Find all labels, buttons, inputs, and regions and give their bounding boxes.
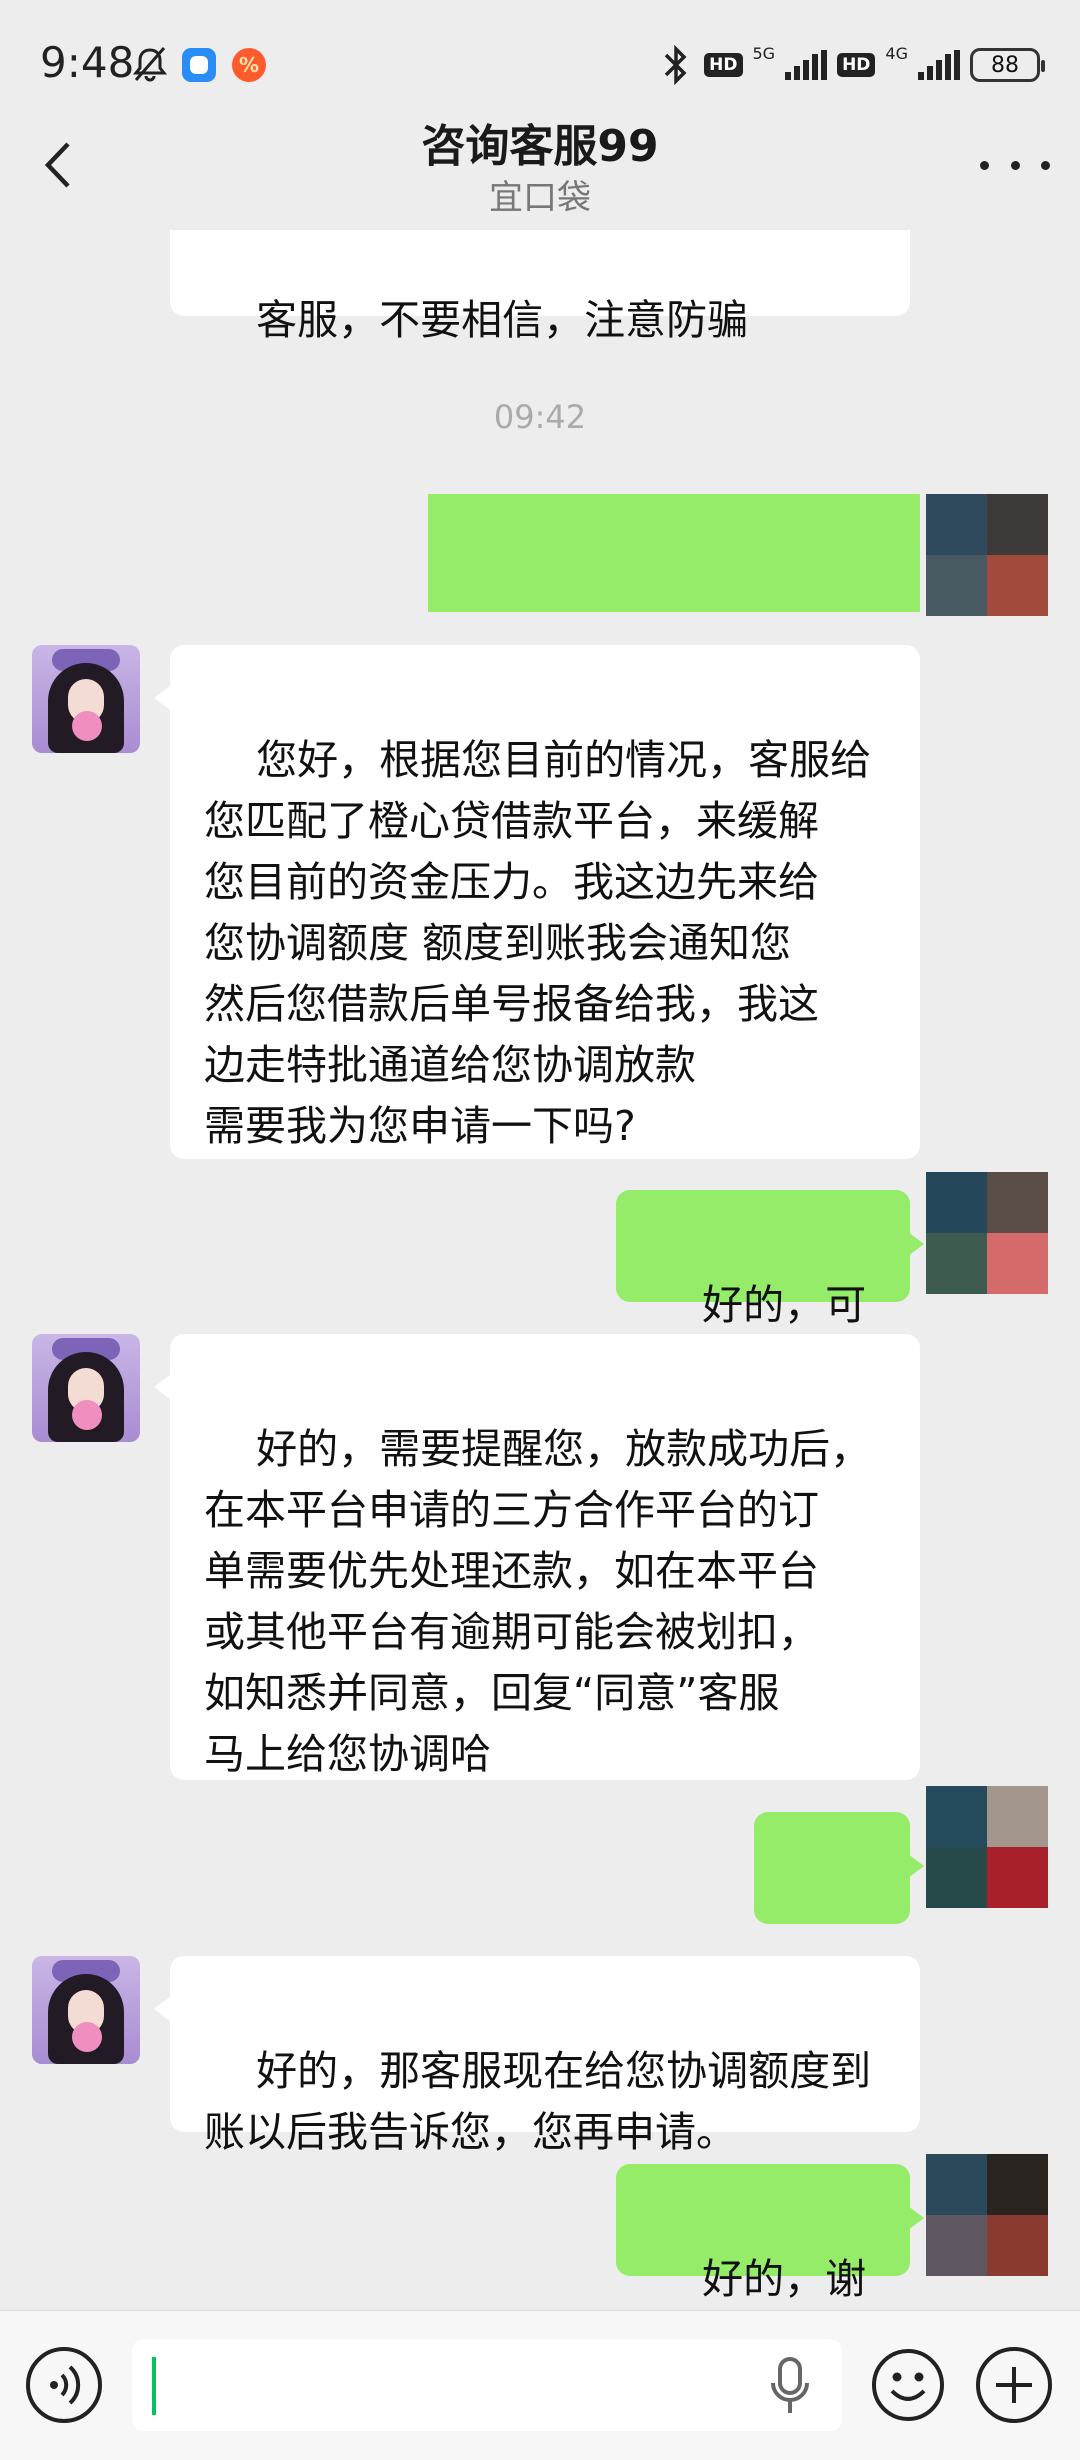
agent-avatar[interactable] bbox=[32, 645, 140, 753]
my-avatar[interactable] bbox=[926, 1786, 1048, 1908]
message-bubble-agent[interactable]: 客服，不要相信，注意防骗 bbox=[170, 230, 910, 344]
status-indicators: HD 5G HD 4G 88 bbox=[658, 42, 1045, 88]
hd-badge-2: HD bbox=[837, 53, 876, 77]
emoji-icon[interactable] bbox=[870, 2347, 946, 2423]
input-bar bbox=[0, 2310, 1080, 2460]
agent-avatar[interactable] bbox=[32, 1956, 140, 2064]
microphone-icon[interactable] bbox=[768, 2355, 812, 2417]
message-text: 好的，那客服现在给您协调额度到 账以后我告诉您，您再申请。 bbox=[204, 2047, 872, 2156]
message-bubble-me[interactable]: 好的，谢谢 bbox=[616, 2164, 910, 2364]
dot-icon bbox=[1041, 160, 1050, 170]
message-bubble-me[interactable] bbox=[428, 494, 920, 612]
hd-badge-1: HD bbox=[704, 53, 743, 77]
message-text: 您好，根据您目前的情况，客服给 您匹配了橙心贷借款平台，来缓解 您目前的资金压力… bbox=[204, 736, 872, 1150]
message-bubble-me[interactable]: 同意 bbox=[754, 1812, 910, 2012]
app-badge-icon: % bbox=[232, 48, 266, 82]
notification-muted-icon bbox=[132, 47, 168, 82]
agent-avatar[interactable] bbox=[32, 1334, 140, 1442]
message-bubble-agent[interactable]: 您好，根据您目前的情况，客服给 您匹配了橙心贷借款平台，来缓解 您目前的资金压力… bbox=[170, 645, 920, 1159]
signal-strength-icon-2 bbox=[918, 50, 960, 80]
status-time: 9:48 bbox=[40, 38, 135, 87]
battery-icon: 88 bbox=[970, 48, 1045, 82]
dot-icon bbox=[980, 160, 989, 170]
voice-icon bbox=[50, 2365, 81, 2405]
more-actions-button[interactable] bbox=[976, 2347, 1052, 2423]
message-timestamp: 09:42 bbox=[493, 398, 587, 436]
dot-icon bbox=[1010, 160, 1020, 170]
app-notification-icon bbox=[182, 48, 216, 82]
message-text: 好的，需要提醒您，放款成功后， 在本平台申请的三方合作平台的订 单需要优先处理还… bbox=[204, 1425, 872, 1778]
more-options-button[interactable] bbox=[980, 140, 1050, 190]
signal-strength-icon-1 bbox=[785, 50, 828, 80]
message-text: 客服，不要相信，注意防骗 bbox=[256, 296, 749, 344]
voice-mode-button[interactable] bbox=[26, 2347, 102, 2423]
message-bubble-agent[interactable]: 好的，需要提醒您，放款成功后， 在本平台申请的三方合作平台的订 单需要优先处理还… bbox=[170, 1334, 920, 1780]
chat-header: 咨询客服99 宜口袋 bbox=[0, 100, 1080, 230]
my-avatar[interactable] bbox=[926, 2154, 1048, 2276]
text-cursor bbox=[152, 2357, 156, 2415]
network-type-1: 5G bbox=[752, 43, 776, 63]
chat-title: 咨询客服99 bbox=[421, 121, 659, 172]
message-bubble-me[interactable]: 好的，可以 bbox=[616, 1190, 910, 1390]
my-avatar[interactable] bbox=[926, 1172, 1048, 1294]
chat-subtitle: 宜口袋 bbox=[489, 178, 591, 218]
message-input[interactable] bbox=[132, 2339, 842, 2431]
my-avatar[interactable] bbox=[926, 494, 1048, 616]
bluetooth-icon bbox=[664, 45, 687, 85]
message-bubble-agent[interactable]: 好的，那客服现在给您协调额度到 账以后我告诉您，您再申请。 bbox=[170, 1956, 920, 2156]
network-type-2: 4G bbox=[885, 43, 908, 63]
